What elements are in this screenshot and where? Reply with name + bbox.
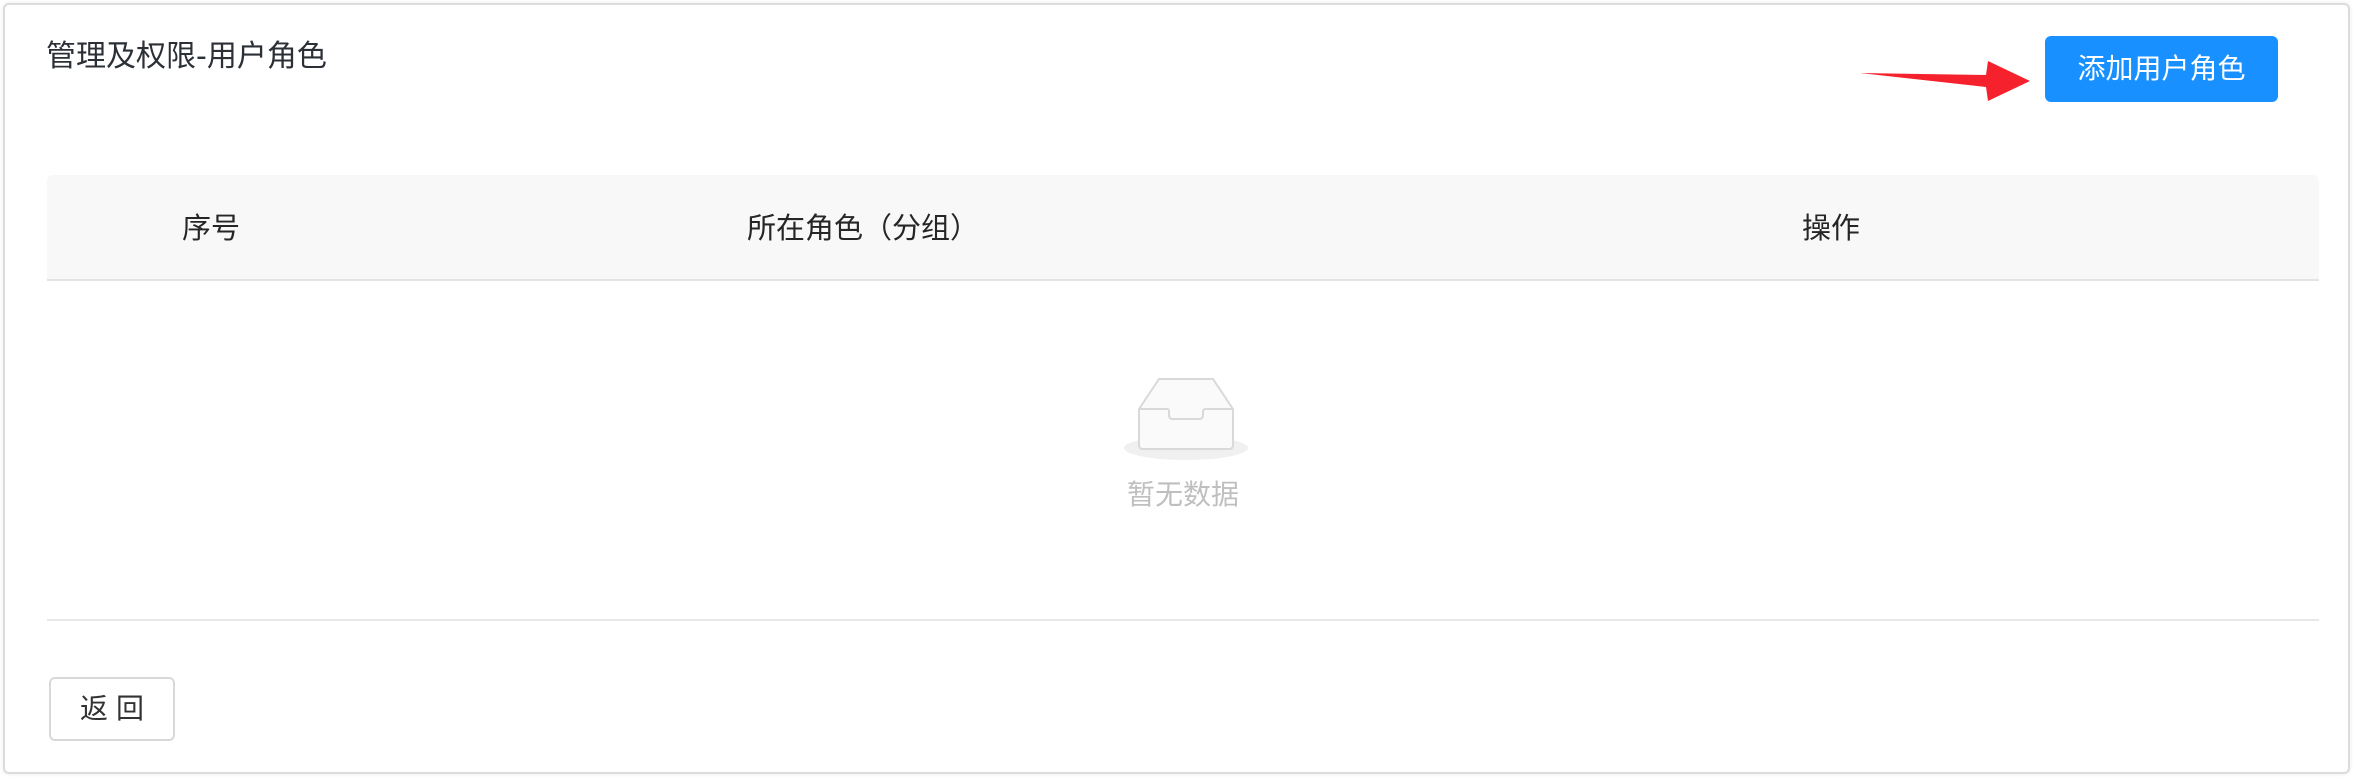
back-button[interactable]: 返回 xyxy=(49,677,175,741)
table-header: 序号 所在角色（分组） 操作 xyxy=(47,175,2319,281)
page-title: 管理及权限-用户角色 xyxy=(46,39,327,74)
add-user-role-button[interactable]: 添加用户角色 xyxy=(2045,36,2278,102)
empty-inbox-icon xyxy=(1124,378,1248,460)
column-header-actions: 操作 xyxy=(1802,211,1861,245)
page-card: 管理及权限-用户角色 添加用户角色 序号 所在角色（分组） 操作 暂无数据 返回 xyxy=(3,3,2350,774)
column-header-index: 序号 xyxy=(182,211,241,245)
annotation-arrow-icon xyxy=(1860,61,2030,101)
roles-table: 序号 所在角色（分组） 操作 暂无数据 xyxy=(47,175,2319,621)
empty-state-text: 暂无数据 xyxy=(1126,478,1239,511)
column-header-role-group: 所在角色（分组） xyxy=(747,211,980,245)
